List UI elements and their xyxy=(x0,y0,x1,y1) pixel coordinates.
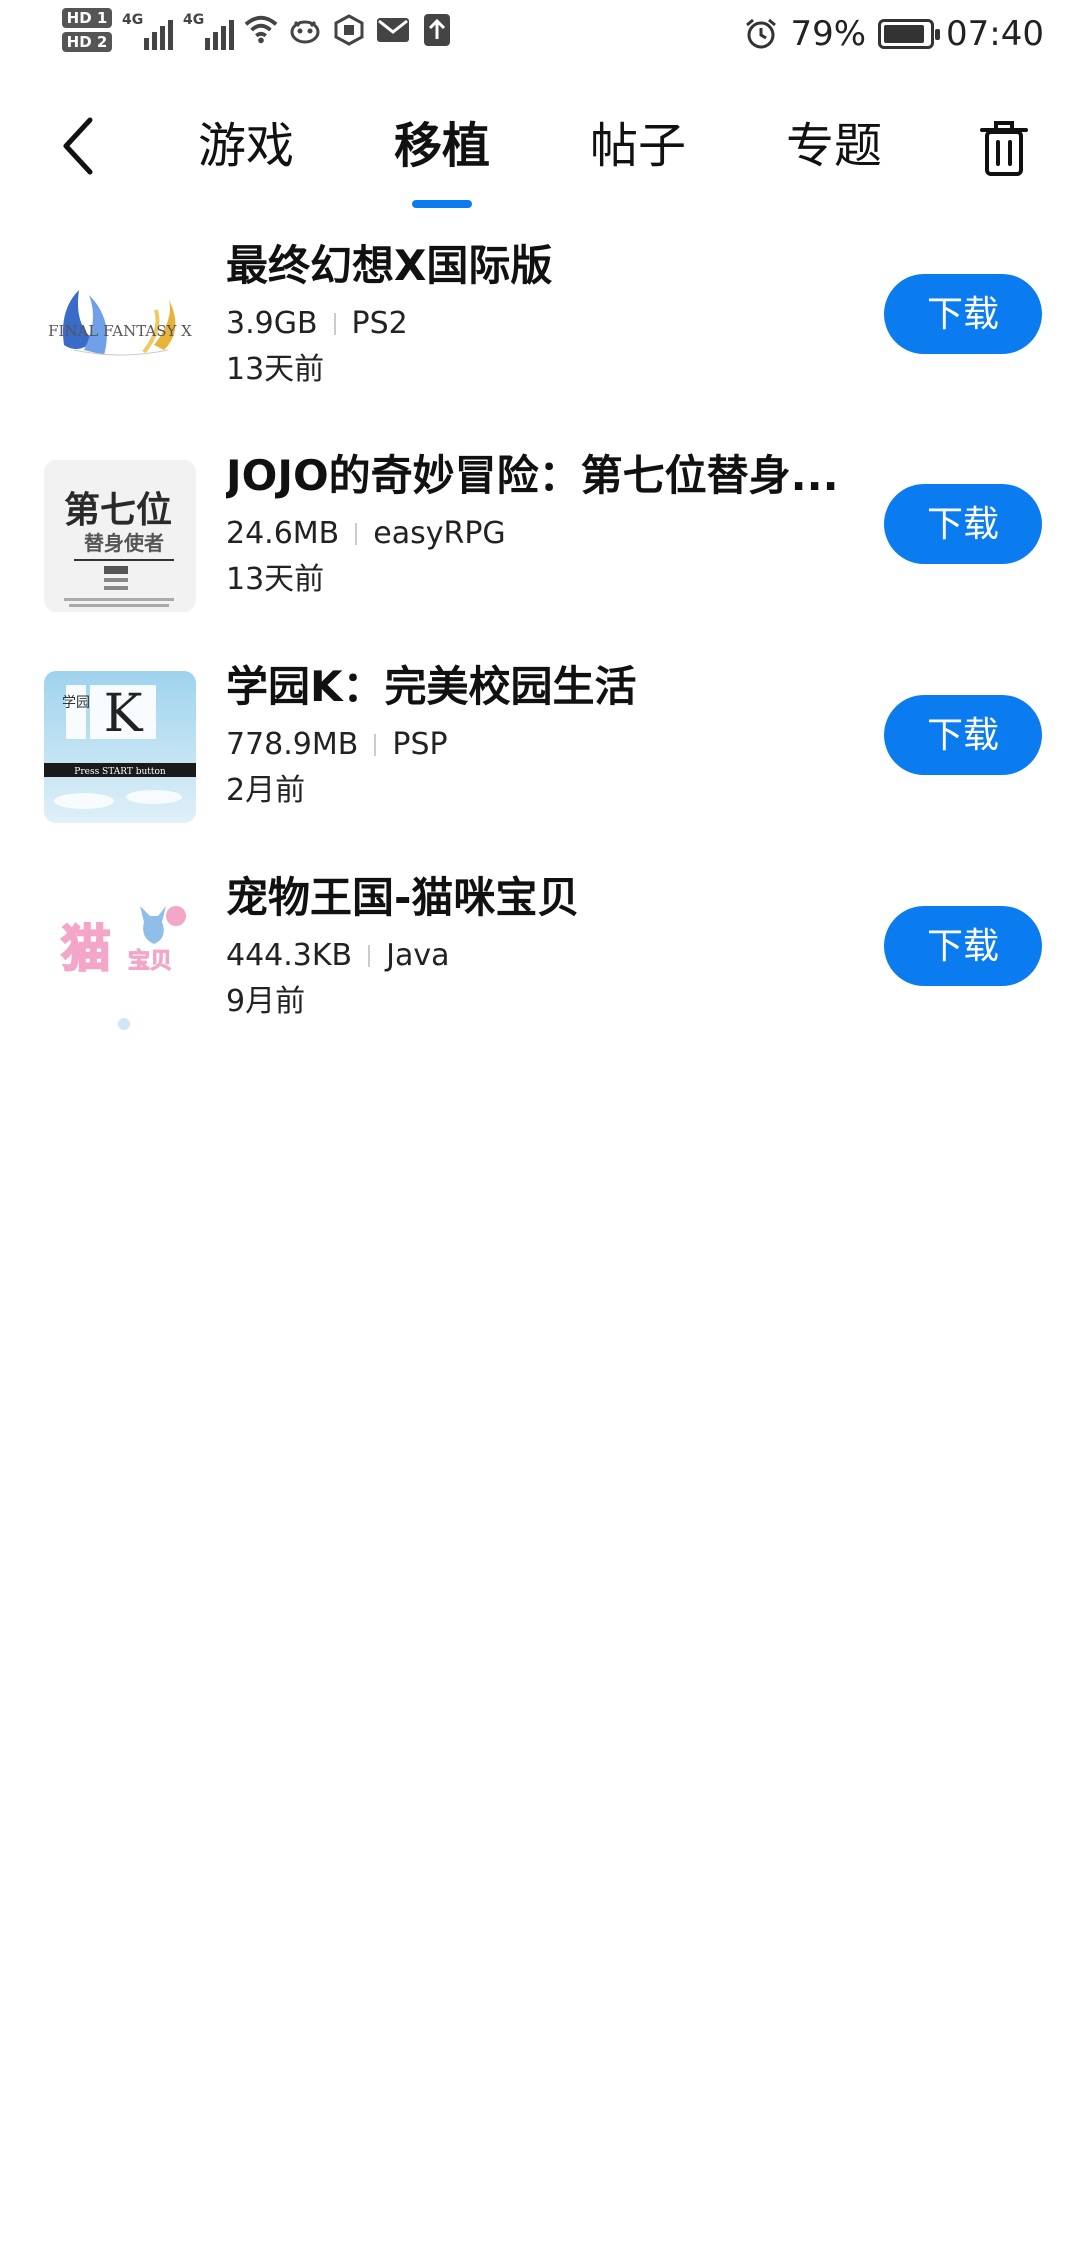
ffx-logo-text: FINAL FANTASY X xyxy=(48,322,192,340)
back-button[interactable] xyxy=(48,106,108,186)
battery-percent: 79% xyxy=(790,14,867,54)
wifi-icon xyxy=(244,13,278,47)
battery-level xyxy=(884,25,924,43)
ported-games-list: FINAL FANTASY X 最终幻想X国际版 3.9GB PS2 13天前 … xyxy=(0,230,1080,1030)
trash-icon xyxy=(980,121,1028,176)
game-meta: 24.6MB easyRPG xyxy=(226,512,506,556)
top-navigation: 游戏 移植 帖子 专题 xyxy=(0,96,1080,216)
game-platform: Java xyxy=(386,938,450,973)
meta-separator xyxy=(374,734,377,756)
delete-button[interactable] xyxy=(964,108,1044,188)
game-updated-time: 2月前 xyxy=(226,773,306,808)
signal-strength-1-icon: 4G xyxy=(122,10,173,50)
app-notification-icon xyxy=(288,13,322,47)
download-button[interactable]: 下载 xyxy=(884,484,1042,564)
shield-icon xyxy=(332,13,366,47)
signal-strength-2-icon: 4G xyxy=(183,10,234,50)
sim2-badge: HD 2 xyxy=(62,32,112,52)
game-title: 宠物王国-猫咪宝贝 xyxy=(226,873,580,922)
sim1-badge: HD 1 xyxy=(62,8,112,28)
active-tab-indicator xyxy=(412,200,472,208)
game-meta: 778.9MB PSP xyxy=(226,723,448,767)
sim-indicators: HD 1 HD 2 xyxy=(62,8,112,52)
list-item[interactable]: FINAL FANTASY X 最终幻想X国际版 3.9GB PS2 13天前 … xyxy=(0,230,1080,440)
k-logo-text: K xyxy=(104,684,144,744)
tab-games[interactable]: 游戏 xyxy=(176,106,316,186)
game-meta: 444.3KB Java xyxy=(226,934,450,978)
game-size: 778.9MB xyxy=(226,727,359,762)
upload-icon xyxy=(420,13,454,47)
battery-icon xyxy=(878,19,941,49)
game-title: JOJO的奇妙冒险：第七位替身... xyxy=(226,451,839,500)
game-meta: 3.9GB PS2 xyxy=(226,302,408,346)
game-updated-time: 13天前 xyxy=(226,562,325,597)
status-right: 79% 07:40 xyxy=(744,14,1044,54)
game-platform: easyRPG xyxy=(373,516,506,551)
tab-topics[interactable]: 专题 xyxy=(764,106,904,186)
clock: 07:40 xyxy=(946,14,1044,54)
list-item[interactable]: 猫 宝贝 宠物王国-猫咪宝贝 444.3KB Java 9月前 下载 xyxy=(0,862,1080,1030)
list-item[interactable]: 第七位 替身使者 JOJO的奇妙冒险：第七位替身... 24.6MB easyR… xyxy=(0,440,1080,650)
meta-separator xyxy=(333,313,336,335)
tab-ports[interactable]: 移植 xyxy=(372,106,512,186)
chevron-left-icon xyxy=(63,117,93,175)
game-thumbnail[interactable]: 第七位 替身使者 xyxy=(44,460,196,612)
network-type-2: 4G xyxy=(183,12,205,28)
game-size: 24.6MB xyxy=(226,516,340,551)
alarm-icon xyxy=(744,17,778,51)
status-left: HD 1 HD 2 4G 4G xyxy=(62,8,454,52)
game-size: 444.3KB xyxy=(226,938,353,973)
meta-separator xyxy=(355,523,358,545)
game-title: 学园K：完美校园生活 xyxy=(226,662,637,711)
game-thumbnail[interactable]: FINAL FANTASY X xyxy=(44,250,196,402)
cat-subtitle-text: 宝贝 xyxy=(128,948,172,974)
list-item[interactable]: 学园 K Press START button 学园K：完美校园生活 778.9… xyxy=(0,651,1080,861)
k-side-text: 学园 xyxy=(62,695,90,711)
game-title: 最终幻想X国际版 xyxy=(226,241,553,290)
download-button[interactable]: 下载 xyxy=(884,274,1042,354)
game-thumbnail[interactable]: 猫 宝贝 xyxy=(44,882,196,1030)
download-button[interactable]: 下载 xyxy=(884,695,1042,775)
status-bar: HD 1 HD 2 4G 4G 79% 07:40 xyxy=(0,0,1080,80)
game-thumbnail[interactable]: 学园 K Press START button xyxy=(44,671,196,823)
k-press-start-text: Press START button xyxy=(74,767,166,777)
jojo-subtitle-text: 替身使者 xyxy=(84,531,164,555)
game-size: 3.9GB xyxy=(226,306,318,341)
meta-separator xyxy=(368,945,371,967)
tab-posts[interactable]: 帖子 xyxy=(568,106,708,186)
network-type-1: 4G xyxy=(122,12,144,28)
game-platform: PSP xyxy=(392,727,448,762)
jojo-logo-text: 第七位 xyxy=(64,490,172,531)
game-updated-time: 9月前 xyxy=(226,984,306,1019)
download-button[interactable]: 下载 xyxy=(884,906,1042,986)
cat-logo-text: 猫 xyxy=(61,920,111,978)
mail-icon xyxy=(376,13,410,47)
game-platform: PS2 xyxy=(351,306,408,341)
game-updated-time: 13天前 xyxy=(226,352,325,387)
